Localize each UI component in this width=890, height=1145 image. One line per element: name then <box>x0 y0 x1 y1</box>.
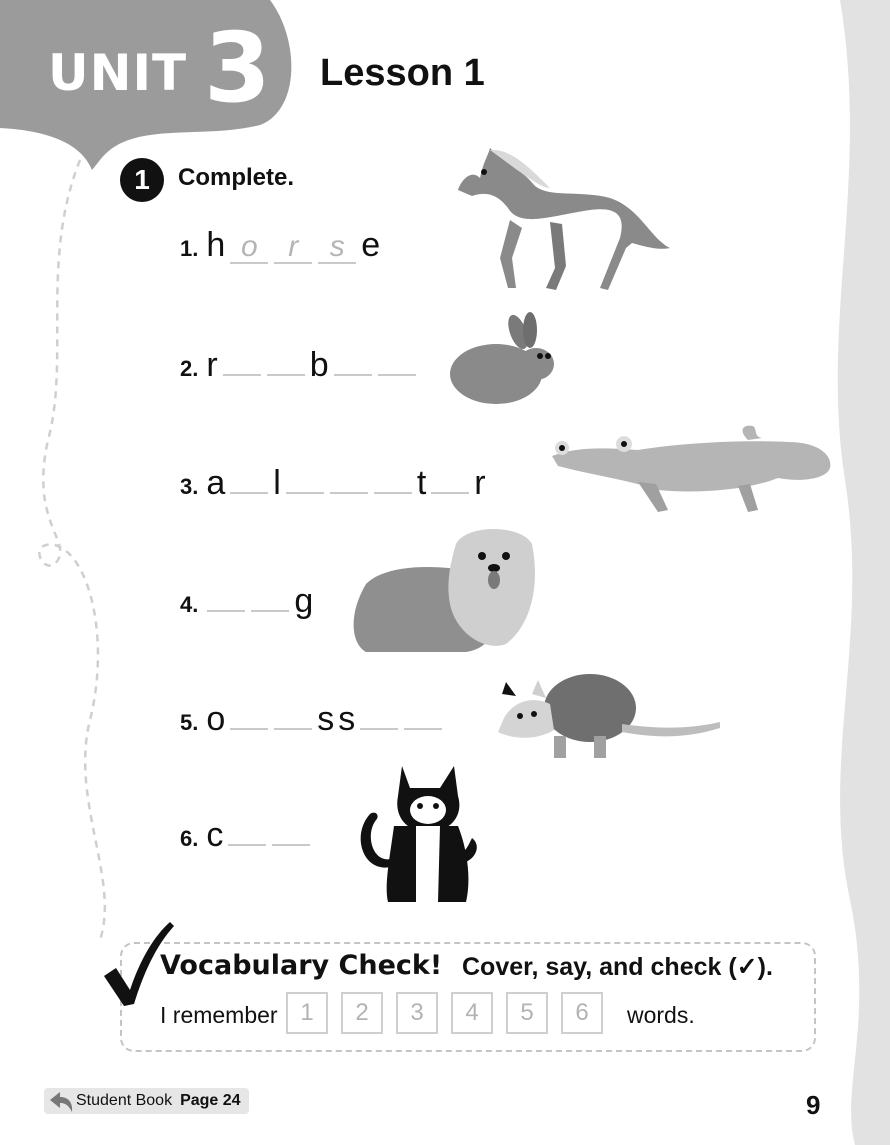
unit-number: 3 <box>204 12 271 124</box>
given-letter: b <box>309 346 329 384</box>
student-book-label: Student Book <box>76 1092 173 1109</box>
vocabulary-check-title: Vocabulary Check! <box>160 950 443 981</box>
letter-blank[interactable] <box>230 698 269 730</box>
letter-blank[interactable] <box>360 698 399 730</box>
count-box[interactable]: 2 <box>341 992 383 1034</box>
given-letter: c <box>206 816 224 854</box>
letter-blank[interactable] <box>251 580 290 612</box>
exercise-item: 5. o s s <box>180 698 445 739</box>
lesson-title: Lesson 1 <box>320 52 485 94</box>
item-number: 4. <box>180 592 199 617</box>
item-number: 1. <box>180 236 199 261</box>
remember-suffix: words. <box>627 1002 695 1028</box>
given-letter: g <box>294 582 314 620</box>
item-number: 5. <box>180 710 199 735</box>
rabbit-icon <box>450 312 554 404</box>
letter-blank[interactable] <box>333 344 372 376</box>
count-box[interactable]: 1 <box>286 992 328 1034</box>
given-letter: h <box>206 226 226 264</box>
exercise-item: 1. h o r s e <box>180 226 382 265</box>
letter-blank[interactable] <box>207 580 246 612</box>
count-box[interactable]: 3 <box>396 992 438 1034</box>
given-letter: r <box>206 346 218 384</box>
letter-blank[interactable]: o <box>230 232 269 264</box>
exercise-number-badge: 1 <box>120 158 164 202</box>
letter-blank[interactable] <box>230 462 269 494</box>
letter-blank[interactable] <box>266 344 305 376</box>
count-box[interactable]: 4 <box>451 992 493 1034</box>
alligator-icon <box>552 425 831 512</box>
dog-icon <box>353 529 535 652</box>
cat-icon <box>360 766 477 902</box>
remember-count-boxes: 1 2 3 4 5 6 <box>286 992 603 1034</box>
letter-blank[interactable] <box>274 698 313 730</box>
letter-blank[interactable]: s <box>318 232 357 264</box>
exercise-item: 6. c <box>180 814 313 855</box>
letter-blank[interactable] <box>285 462 324 494</box>
exercise-instruction: Complete. <box>178 164 295 191</box>
letter-blank[interactable] <box>373 462 412 494</box>
student-book-reference[interactable]: Student Book Page 24 <box>44 1088 249 1114</box>
letter-blank[interactable] <box>404 698 443 730</box>
letter-blank[interactable]: r <box>274 232 313 264</box>
letter-blank[interactable] <box>431 462 470 494</box>
horse-icon <box>458 148 670 290</box>
given-letter: l <box>273 464 281 502</box>
vocabulary-check-instruction: Cover, say, and check (✓). <box>462 953 773 981</box>
given-letter: e <box>361 226 381 264</box>
item-number: 6. <box>180 826 199 851</box>
exercise-item: 2. r b <box>180 344 419 385</box>
given-letter: o <box>206 700 226 738</box>
item-number: 2. <box>180 356 199 381</box>
opossum-icon <box>498 674 720 758</box>
letter-blank[interactable] <box>228 814 267 846</box>
given-letter: a <box>206 464 226 502</box>
count-box[interactable]: 6 <box>561 992 603 1034</box>
given-letter: r <box>474 464 486 502</box>
letter-blank[interactable] <box>329 462 368 494</box>
letter-blank[interactable] <box>222 344 261 376</box>
unit-label: UNIT <box>48 44 188 102</box>
exercise-item: 4. g <box>180 580 315 621</box>
given-letter: s <box>338 700 356 738</box>
letter-blank[interactable] <box>272 814 311 846</box>
exercise-item: 3. a l t r <box>180 462 488 503</box>
item-number: 3. <box>180 474 199 499</box>
count-box[interactable]: 5 <box>506 992 548 1034</box>
student-book-page: Page 24 <box>180 1092 241 1109</box>
back-arrow-icon <box>50 1092 73 1112</box>
page-number: 9 <box>806 1090 821 1120</box>
remember-prefix: I remember <box>160 1002 278 1028</box>
letter-blank[interactable] <box>377 344 416 376</box>
given-letter: t <box>416 464 427 502</box>
given-letter: s <box>317 700 335 738</box>
